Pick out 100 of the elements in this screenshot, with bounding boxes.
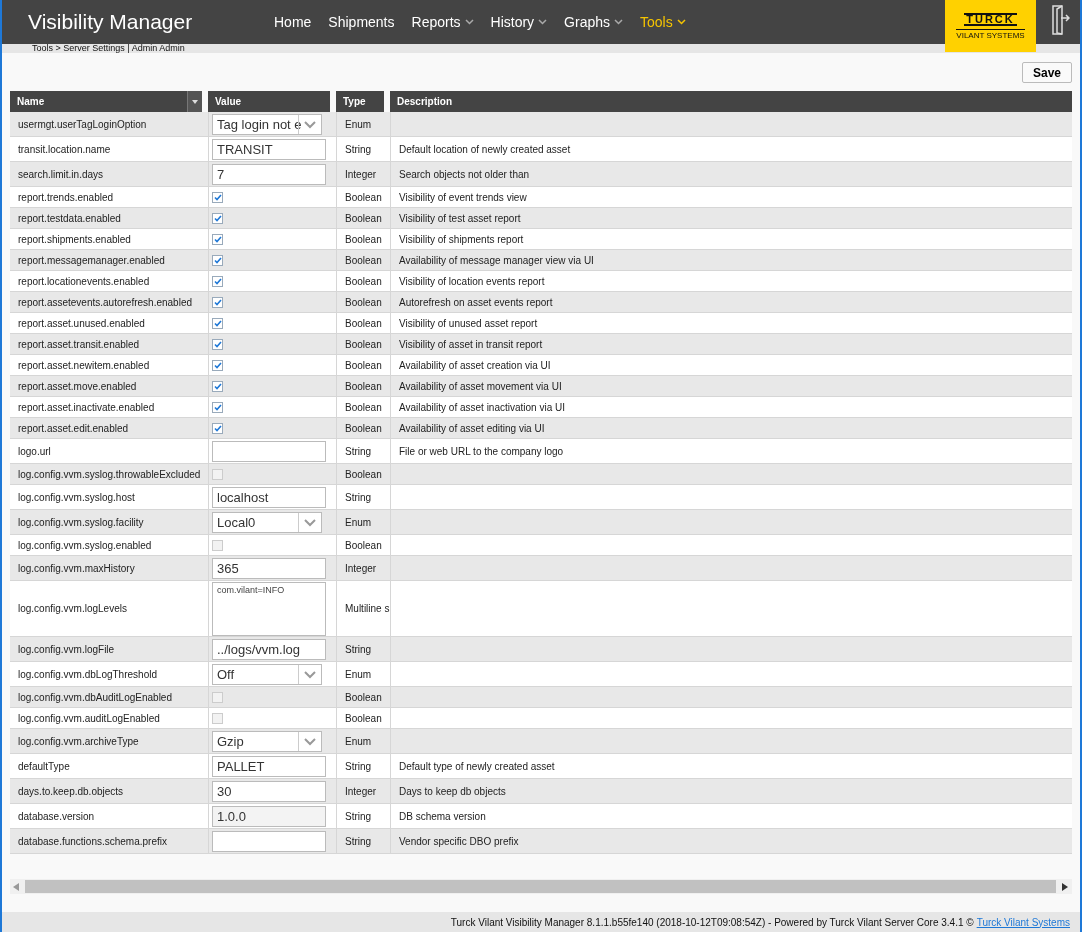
setting-name: report.testdata.enabled [18, 212, 121, 224]
setting-name: report.locationevents.enabled [18, 275, 150, 287]
text-field[interactable]: PALLET [212, 755, 326, 777]
text-field[interactable]: 365 [212, 557, 326, 579]
setting-description: Visibility of asset in transit report [399, 338, 543, 350]
setting-type: Multiline s [345, 603, 390, 614]
setting-name: log.config.vvm.maxHistory [18, 562, 135, 574]
setting-type: String [345, 760, 372, 772]
setting-name: database.functions.schema.prefix [18, 835, 167, 847]
checkbox[interactable] [212, 275, 223, 287]
text-field[interactable] [212, 440, 326, 462]
setting-description: Availability of asset movement via UI [399, 380, 562, 392]
sort-menu-button[interactable] [187, 91, 202, 112]
setting-description: Search objects not older than [399, 168, 530, 180]
nav-link[interactable]: Shipments [328, 14, 395, 30]
text-field[interactable]: ../logs/vvm.log [212, 638, 326, 660]
checkbox[interactable] [212, 233, 223, 245]
setting-name: transit.location.name [18, 143, 111, 155]
text-field[interactable]: localhost [212, 486, 326, 508]
checkbox[interactable] [212, 212, 223, 224]
setting-type: Integer [345, 785, 377, 797]
logout-icon[interactable] [1050, 4, 1070, 36]
setting-description: Visibility of event trends view [399, 191, 527, 203]
checkbox[interactable] [212, 380, 223, 392]
setting-description: Availability of asset editing via UI [399, 422, 545, 434]
checkbox[interactable] [212, 468, 223, 480]
dropdown[interactable]: Gzip [212, 730, 322, 752]
setting-description: DB schema version [399, 810, 486, 822]
setting-name: log.config.vvm.dbAuditLogEnabled [18, 691, 172, 703]
save-button[interactable]: Save [1021, 62, 1072, 83]
column-header[interactable]: Type [336, 91, 384, 112]
logo: TURCK VILANT SYSTEMS [945, 0, 1036, 52]
column-header[interactable]: Name [10, 91, 202, 112]
setting-description: Default type of newly created asset [399, 760, 555, 772]
setting-description: Availability of asset inactivation via UI [399, 401, 565, 413]
setting-description: Availability of message manager view via UI [399, 254, 594, 266]
checkbox[interactable] [212, 539, 223, 551]
checkbox[interactable] [212, 317, 223, 329]
setting-description: Visibility of shipments report [399, 233, 524, 245]
footer-link[interactable]: Turck Vilant Systems [976, 916, 1070, 928]
dropdown[interactable]: Local0 [212, 511, 322, 533]
setting-description: Autorefresh on asset events report [399, 296, 553, 308]
text-area[interactable]: com.vilant=INFO [212, 581, 326, 636]
text-field[interactable] [212, 830, 326, 852]
text-field[interactable]: 30 [212, 780, 326, 802]
setting-description: Availability of asset creation via UI [399, 359, 551, 371]
setting-description: Visibility of location events report [399, 275, 545, 287]
caret-icon [614, 19, 624, 25]
setting-type: String [345, 810, 372, 822]
setting-type: Boolean [345, 380, 382, 392]
nav-link[interactable]: History [490, 14, 548, 30]
setting-name: log.config.vvm.dbLogThreshold [18, 668, 157, 680]
setting-type: String [345, 445, 372, 457]
text-field[interactable]: TRANSIT [212, 138, 326, 160]
column-header[interactable]: Description [390, 91, 1072, 112]
nav-link[interactable]: Home [274, 14, 312, 30]
setting-name: report.asset.transit.enabled [18, 338, 140, 350]
column-header[interactable]: Value [208, 91, 330, 112]
setting-name: log.config.vvm.auditLogEnabled [18, 712, 160, 724]
checkbox[interactable] [212, 254, 223, 266]
setting-type: Enum [345, 668, 372, 680]
setting-type: Boolean [345, 275, 382, 287]
setting-type: String [345, 143, 372, 155]
setting-type: String [345, 835, 372, 847]
dropdown-triangle-icon [192, 99, 198, 104]
caret-icon [538, 19, 548, 25]
setting-name: report.asset.move.enabled [18, 380, 137, 392]
checkbox[interactable] [212, 691, 223, 703]
checkbox[interactable] [212, 359, 223, 371]
scroll-left-icon[interactable] [13, 882, 19, 891]
setting-type: Boolean [345, 401, 382, 413]
dropdown[interactable]: Off [212, 663, 322, 685]
setting-name: report.messagemanager.enabled [18, 254, 165, 266]
setting-name: log.config.vvm.logLevels [18, 603, 127, 614]
app-title: Visibility Manager [28, 10, 194, 34]
horizontal-scrollbar[interactable] [10, 879, 1072, 894]
setting-type: Integer [345, 168, 377, 180]
nav-link[interactable]: Graphs [564, 14, 624, 30]
checkbox[interactable] [212, 712, 223, 724]
setting-type: Boolean [345, 191, 382, 203]
setting-type: Enum [345, 735, 372, 747]
checkbox[interactable] [212, 338, 223, 350]
setting-name: log.config.vvm.archiveType [18, 735, 139, 747]
setting-type: Boolean [345, 422, 382, 434]
nav-link[interactable]: Reports [411, 14, 474, 30]
checkbox[interactable] [212, 401, 223, 413]
setting-type: String [345, 491, 372, 503]
setting-name: report.asset.inactivate.enabled [18, 401, 155, 413]
setting-name: log.config.vvm.syslog.enabled [18, 539, 152, 551]
setting-type: Enum [345, 118, 372, 130]
checkbox[interactable] [212, 191, 223, 203]
text-field[interactable]: 7 [212, 163, 326, 185]
breadcrumb: Tools > Server Settings | Admin Admin [32, 44, 185, 53]
checkbox[interactable] [212, 296, 223, 308]
scroll-right-icon[interactable] [1062, 882, 1068, 891]
setting-type: Boolean [345, 468, 382, 480]
setting-description: Days to keep db objects [399, 785, 506, 797]
footer-text: Turck Vilant Visibility Manager 8.1.1.b55fe140 (2018-10-12T09:08:54Z) - Powered by Turck Vilant Server Core 3.4.1 © [450, 916, 974, 928]
checkbox[interactable] [212, 422, 223, 434]
nav-link[interactable]: Tools [640, 14, 686, 30]
